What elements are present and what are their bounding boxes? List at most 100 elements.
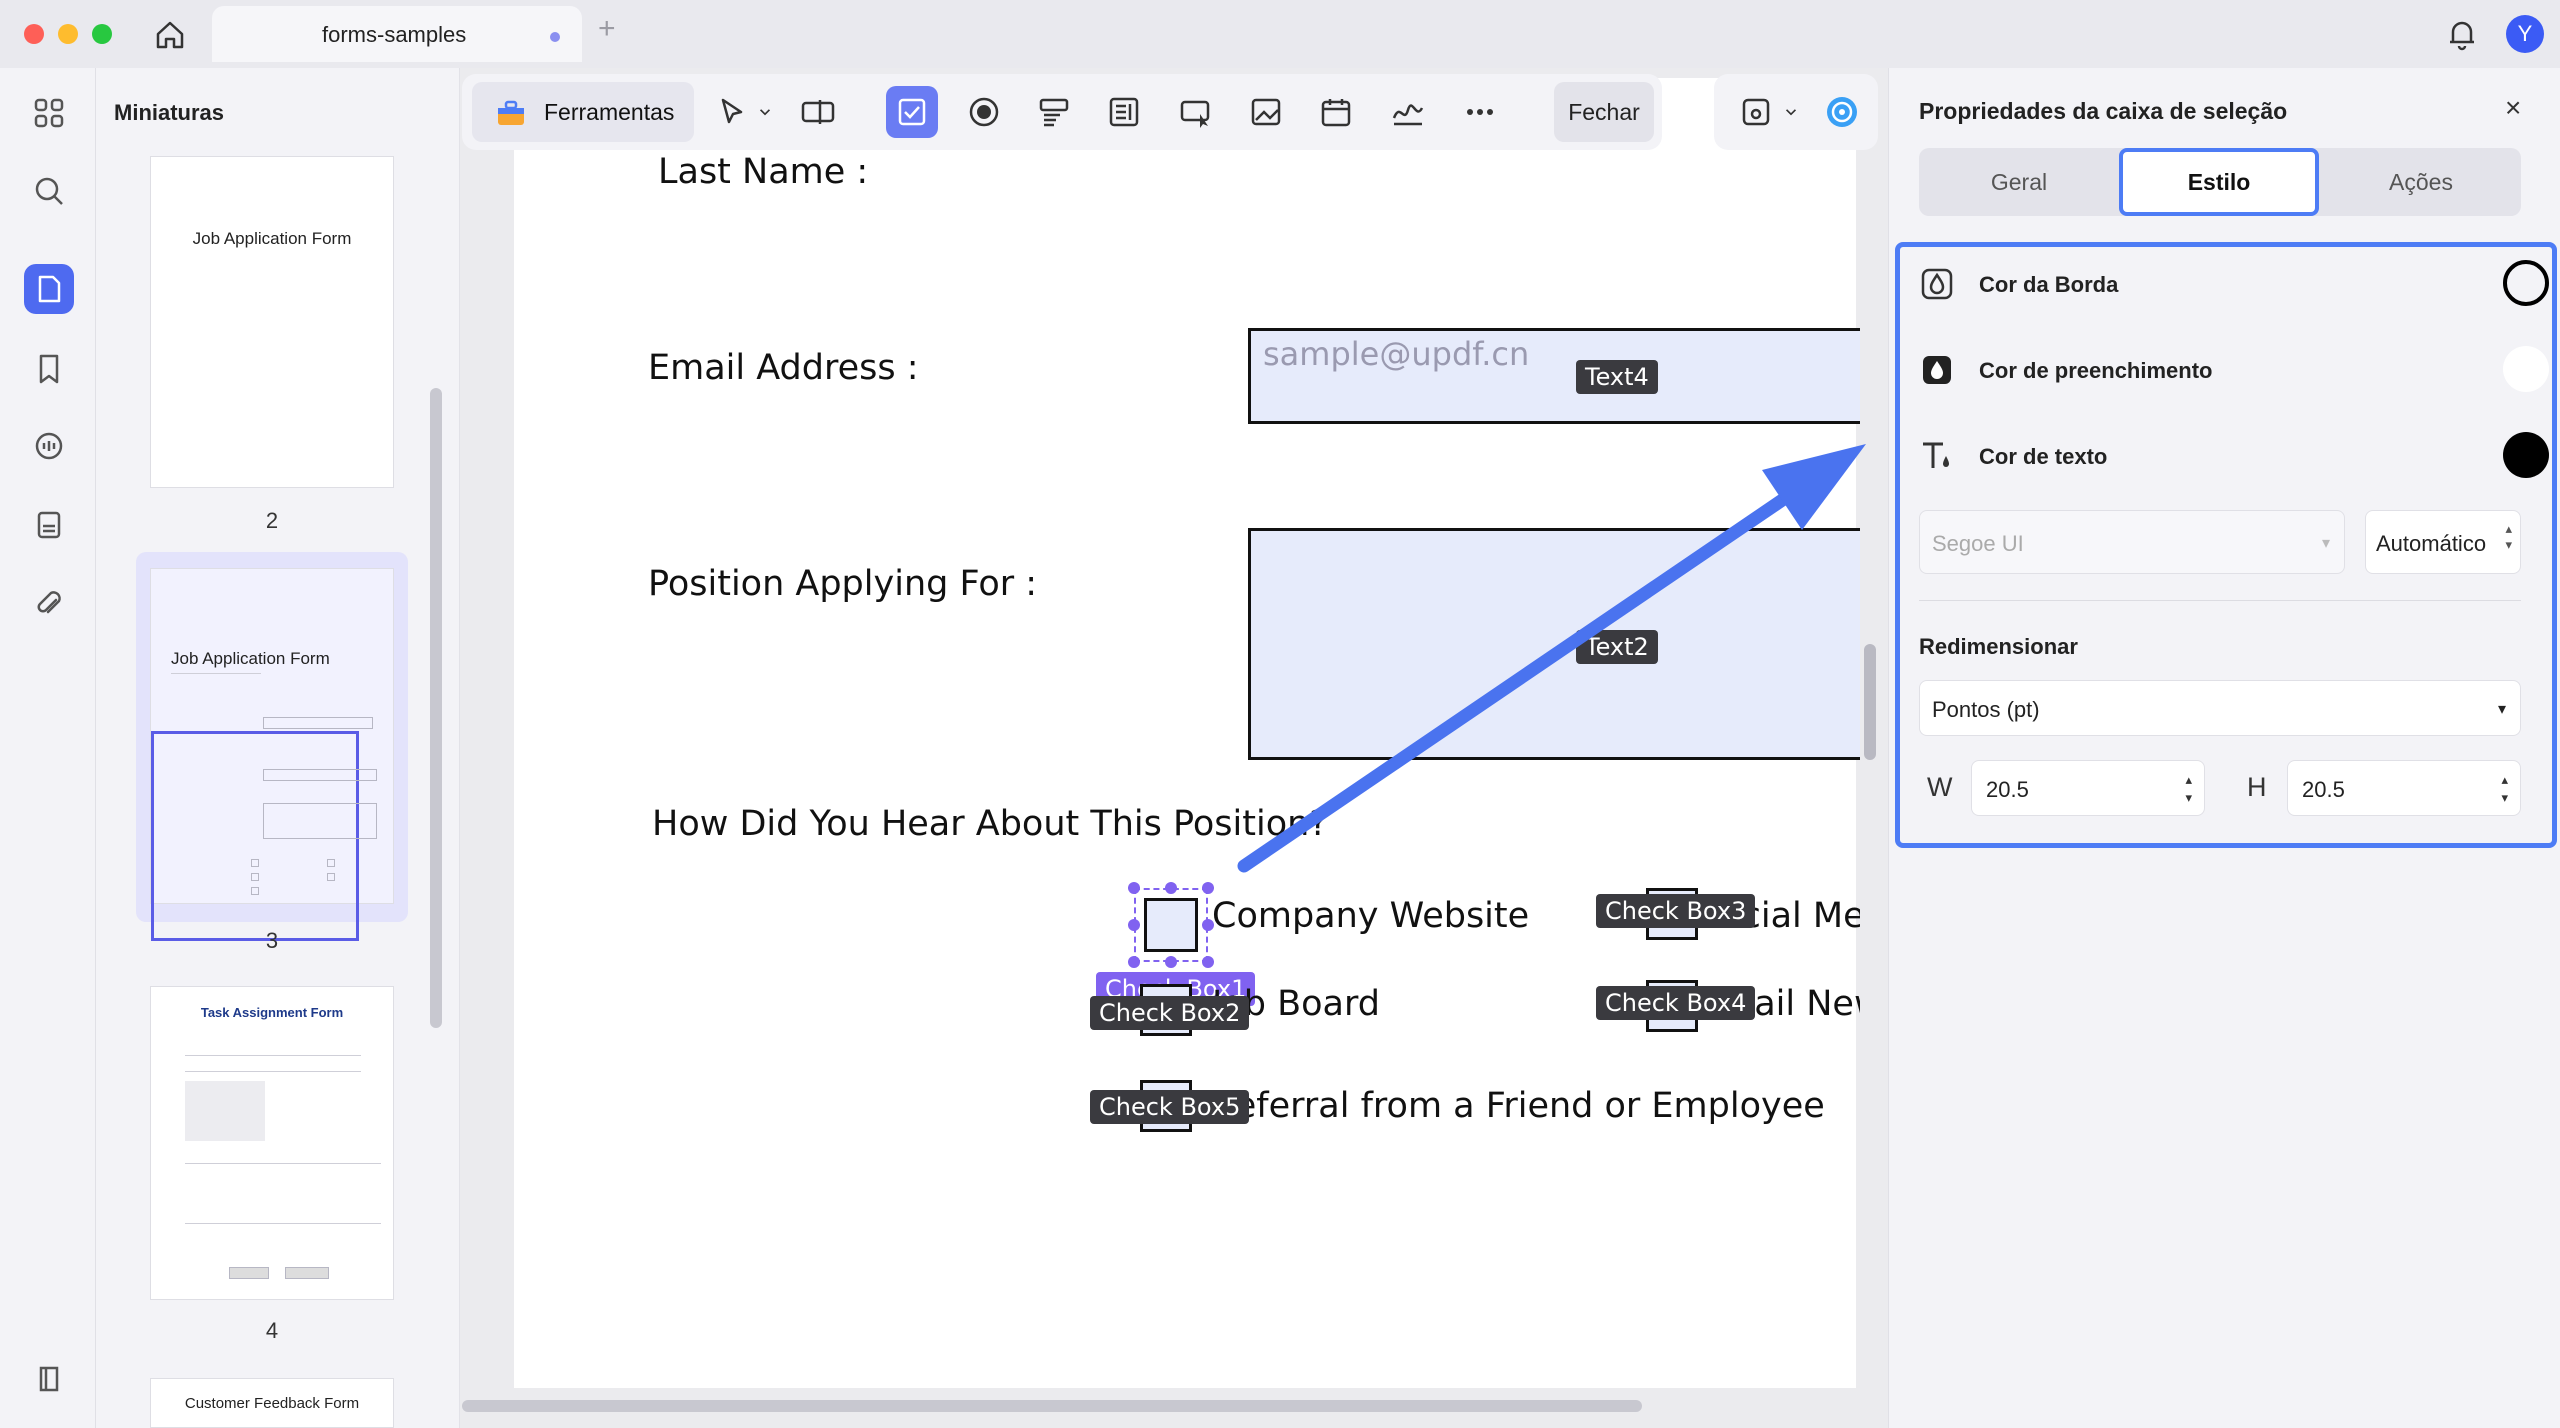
radio-button-tool-icon[interactable] — [958, 86, 1010, 138]
email-field[interactable]: sample@updf.cn — [1248, 328, 1860, 424]
minimize-window-button[interactable] — [58, 24, 78, 44]
thumbnail-button — [285, 1267, 329, 1279]
right-options-clip: Social Media Check Box3 Email Newsletter… — [1590, 880, 1860, 1120]
thumbnail-line — [185, 1081, 265, 1141]
thumbnails-icon[interactable] — [24, 264, 74, 314]
tools-button[interactable]: Ferramentas — [472, 82, 694, 142]
image-field-tool-icon[interactable] — [1240, 86, 1292, 138]
button-tool-icon[interactable] — [1170, 86, 1222, 138]
bookmark-icon[interactable] — [24, 344, 74, 394]
border-color-icon — [1919, 266, 1955, 302]
chevron-down-icon[interactable] — [1778, 86, 1804, 138]
caret-down-icon: ▾ — [2321, 535, 2330, 552]
width-stepper[interactable]: 20.5 ▴ ▾ — [1971, 760, 2205, 816]
text-color-row[interactable]: Cor de texto — [1919, 428, 2549, 484]
vertical-scrollbar[interactable] — [1864, 644, 1876, 760]
new-tab-button[interactable]: + — [598, 14, 616, 44]
resize-handle[interactable] — [1128, 919, 1140, 931]
thumbnail-line — [185, 1055, 361, 1056]
resize-handle[interactable] — [1202, 956, 1214, 968]
thumbnail-field — [263, 803, 377, 839]
position-label: Position Applying For : — [648, 564, 1038, 604]
stepper-arrows-icon: ▴ ▾ — [2505, 521, 2512, 552]
height-value: 20.5 — [2302, 777, 2345, 802]
unit-select[interactable]: Pontos (pt) ▾ — [1919, 680, 2521, 736]
border-color-row[interactable]: Cor da Borda — [1919, 256, 2549, 312]
border-color-label: Cor da Borda — [1979, 272, 2119, 297]
thumbnail-title: Task Assignment Form — [200, 1005, 344, 1020]
forms-icon[interactable] — [24, 500, 74, 550]
comment-icon[interactable] — [24, 422, 74, 472]
horizontal-scrollbar[interactable] — [462, 1400, 1642, 1412]
tab-style[interactable]: Estilo — [2119, 148, 2319, 216]
date-field-tool-icon[interactable] — [1310, 86, 1362, 138]
save-icon[interactable] — [1730, 86, 1782, 138]
select-pointer-icon[interactable] — [706, 86, 758, 138]
thumbnail-checkbox — [327, 873, 335, 881]
fill-color-icon — [1919, 352, 1955, 388]
apps-grid-icon[interactable] — [24, 88, 74, 138]
attachment-icon[interactable] — [24, 578, 74, 628]
width-value: 20.5 — [1986, 777, 2029, 802]
resize-handle[interactable] — [1128, 956, 1140, 968]
thumbnail-page-2[interactable]: Job Application Form — [150, 156, 394, 488]
form-toolbar: Ferramentas Fechar — [462, 74, 1662, 150]
thumbnails-scrollbar[interactable] — [430, 388, 442, 1028]
checkbox-company-website[interactable] — [1144, 898, 1198, 952]
thumbnail-button — [229, 1267, 269, 1279]
sidebar-toggle-icon[interactable] — [24, 1354, 74, 1404]
tab-title: forms-samples — [322, 22, 467, 47]
bell-icon[interactable] — [2444, 16, 2480, 52]
text-color-swatch[interactable] — [2503, 432, 2549, 478]
resize-handle[interactable] — [1128, 882, 1140, 894]
toolbox-icon — [494, 96, 528, 135]
fill-color-row[interactable]: Cor de preenchimento — [1919, 342, 2549, 398]
stepper-arrows-icon[interactable]: ▴ ▾ — [2501, 771, 2508, 807]
document-tab[interactable]: forms-samples — [212, 6, 582, 62]
text-color-label: Cor de texto — [1979, 444, 2108, 469]
thumbnail-title: Customer Feedback Form — [184, 1395, 360, 1412]
chevron-down-icon[interactable] — [752, 86, 778, 138]
tab-actions[interactable]: Ações — [2321, 148, 2521, 216]
fill-color-label: Cor de preenchimento — [1979, 358, 2213, 383]
thumbnail-page-4[interactable]: Task Assignment Form — [150, 986, 394, 1300]
home-icon[interactable] — [150, 14, 190, 54]
resize-handle[interactable] — [1165, 882, 1177, 894]
more-options-icon[interactable] — [1454, 86, 1506, 138]
thumbnail-checkbox — [251, 859, 259, 867]
list-box-tool-icon[interactable] — [1098, 86, 1150, 138]
border-color-swatch[interactable] — [2503, 260, 2549, 306]
email-label: Email Address : — [648, 348, 919, 388]
thumbnail-title: Job Application Form — [171, 649, 330, 668]
checkbox-tool-icon[interactable] — [886, 86, 938, 138]
avatar[interactable]: Y — [2506, 15, 2544, 53]
properties-panel: Propriedades da caixa de seleção × Geral… — [1888, 68, 2560, 1428]
height-label: H — [2247, 772, 2267, 802]
maximize-window-button[interactable] — [92, 24, 112, 44]
height-stepper[interactable]: 20.5 ▴ ▾ — [2287, 760, 2521, 816]
font-size-select[interactable]: Automático ▴ ▾ — [2365, 510, 2521, 574]
thumbnail-line — [185, 1163, 381, 1164]
combo-box-tool-icon[interactable] — [1028, 86, 1080, 138]
close-window-button[interactable] — [24, 24, 44, 44]
close-form-mode-button[interactable]: Fechar — [1554, 82, 1654, 142]
right-toolbar — [1714, 74, 1878, 150]
font-family-select[interactable]: Segoe UI ▾ — [1919, 510, 2345, 574]
text-field-tool-icon[interactable] — [792, 86, 844, 138]
resize-handle[interactable] — [1165, 956, 1177, 968]
resize-handle[interactable] — [1202, 882, 1214, 894]
title-bar: forms-samples + Y — [0, 0, 2560, 68]
thumbnails-panel: Miniaturas Job Application Form 2 Job Ap… — [96, 68, 460, 1428]
thumbnail-page-5[interactable]: Customer Feedback Form — [150, 1378, 394, 1428]
stepper-arrows-icon[interactable]: ▴ ▾ — [2185, 771, 2192, 807]
ai-assistant-icon[interactable] — [1816, 86, 1868, 138]
search-icon[interactable] — [24, 166, 74, 216]
thumbnail-page-3[interactable]: Job Application Form — [150, 568, 394, 941]
tab-general[interactable]: Geral — [1919, 148, 2119, 216]
width-label: W — [1927, 772, 1953, 802]
close-icon[interactable]: × — [2505, 92, 2521, 124]
fill-color-swatch[interactable] — [2503, 346, 2549, 392]
signature-tool-icon[interactable] — [1382, 86, 1434, 138]
caret-down-icon: ▾ — [2497, 701, 2506, 718]
position-field[interactable] — [1248, 528, 1860, 760]
